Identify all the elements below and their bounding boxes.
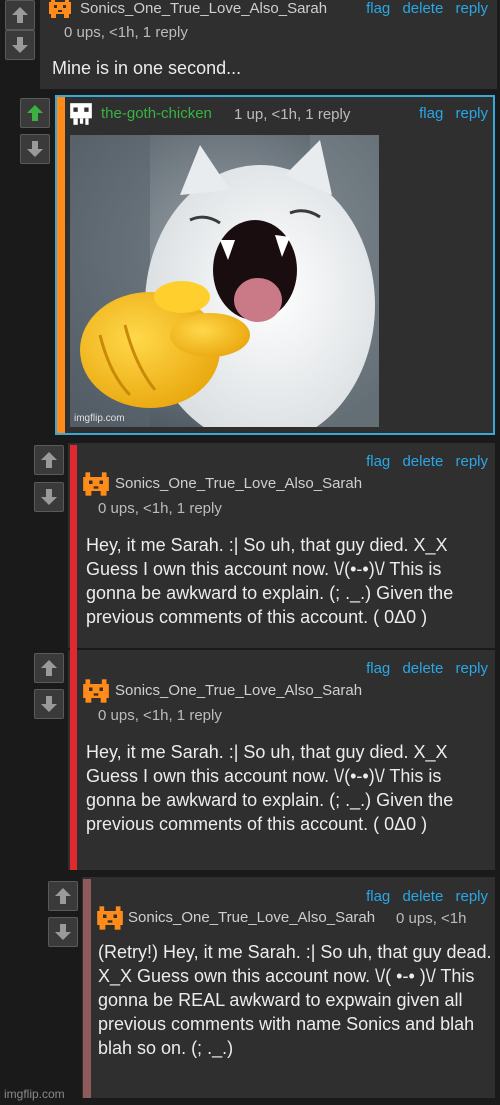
upvote-button[interactable] [34,653,64,683]
comment-meta: 0 ups, <1h, 1 reply [64,24,188,41]
comment-body: Hey, it me Sarah. :| So uh, that guy die… [86,535,454,627]
comment-actions: flag delete reply [358,0,488,17]
reply-link[interactable]: reply [455,453,488,470]
comment-actions: flag delete reply [358,453,488,470]
arrow-down-icon [26,140,44,158]
flag-link[interactable]: flag [366,0,390,17]
downvote-button[interactable] [5,30,35,60]
arrow-up-icon [26,104,44,122]
comment-actions: flag delete reply [358,888,488,905]
reply-link[interactable]: reply [455,105,488,122]
comment-actions: flag delete reply [358,660,488,677]
pixel-avatar-white-icon[interactable] [68,101,94,127]
comment-body: Hey, it me Sarah. :| So uh, that guy die… [86,742,454,834]
upvote-button[interactable] [5,0,35,30]
reply-link[interactable]: reply [455,888,488,905]
upvote-button[interactable] [48,881,78,911]
comment-body: (Retry!) Hey, it me Sarah. :| So uh, tha… [98,942,492,1058]
pixel-avatar-orange-icon[interactable] [82,470,110,498]
site-watermark: imgflip.com [4,1087,65,1101]
thread-bar [57,97,65,433]
delete-link[interactable]: delete [402,660,443,677]
reply-link[interactable]: reply [455,0,488,17]
comment-body: Mine is in one second... [52,58,242,78]
arrow-up-icon [40,659,58,677]
username-link[interactable]: Sonics_One_True_Love_Also_Sarah [115,682,362,699]
delete-link[interactable]: delete [402,0,443,17]
image-watermark: imgflip.com [74,413,125,424]
username-link[interactable]: Sonics_One_True_Love_Also_Sarah [128,909,375,926]
arrow-down-icon [40,695,58,713]
upvote-button[interactable] [20,98,50,128]
comment-meta: 1 up, <1h, 1 reply [234,106,351,123]
reply-link[interactable]: reply [455,660,488,677]
arrow-down-icon [11,36,29,54]
comment-meta: 0 ups, <1h [396,910,467,927]
username-link[interactable]: the-goth-chicken [101,105,212,122]
arrow-up-icon [40,451,58,469]
upvote-button[interactable] [34,445,64,475]
pixel-avatar-orange-icon[interactable] [96,904,124,932]
flag-link[interactable]: flag [366,660,390,677]
pixel-avatar-orange-icon[interactable] [48,0,72,20]
downvote-button[interactable] [34,482,64,512]
downvote-button[interactable] [34,689,64,719]
comment-actions: flag reply [411,105,488,122]
comment-meta: 0 ups, <1h, 1 reply [98,707,222,724]
username-link[interactable]: Sonics_One_True_Love_Also_Sarah [115,475,362,492]
thread-bar [83,879,91,1098]
thread-bar [70,650,77,870]
username-link[interactable]: Sonics_One_True_Love_Also_Sarah [80,0,327,17]
flag-link[interactable]: flag [366,453,390,470]
arrow-down-icon [54,923,72,941]
flag-link[interactable]: flag [366,888,390,905]
delete-link[interactable]: delete [402,453,443,470]
downvote-button[interactable] [20,134,50,164]
delete-link[interactable]: delete [402,888,443,905]
screaming-cat-pointing-image [70,135,379,427]
arrow-up-icon [54,887,72,905]
flag-link[interactable]: flag [419,105,443,122]
pixel-avatar-orange-icon[interactable] [82,677,110,705]
downvote-button[interactable] [48,917,78,947]
comment-meta: 0 ups, <1h, 1 reply [98,500,222,517]
arrow-down-icon [40,488,58,506]
comment-image[interactable]: imgflip.com [70,135,379,427]
arrow-up-icon [11,6,29,24]
